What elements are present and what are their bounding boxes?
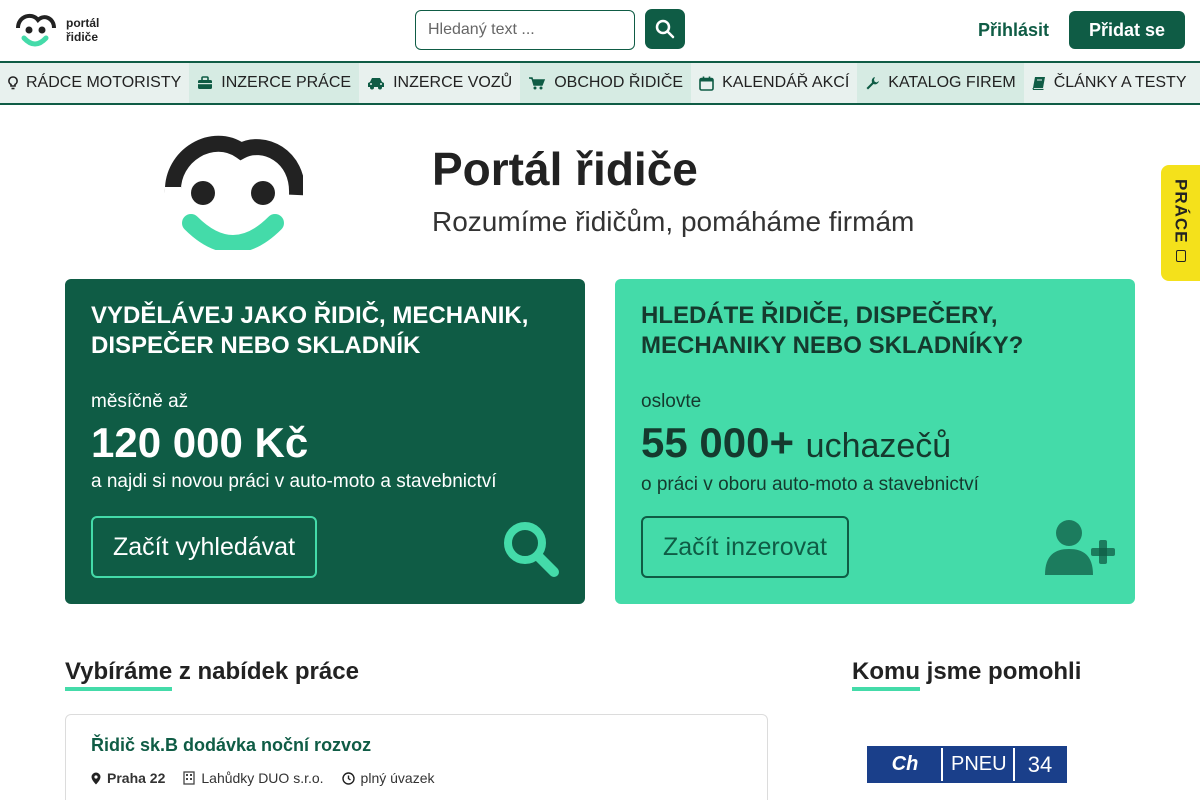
site-logo[interactable]: portál řidiče xyxy=(14,12,99,48)
search-icon xyxy=(655,19,675,39)
book-icon xyxy=(1032,77,1045,90)
jobs-heading: Vybíráme z nabídek práce xyxy=(65,658,359,691)
user-plus-icon xyxy=(1045,520,1115,575)
job-type: plný úvazek xyxy=(360,770,435,786)
card-lead: měsíčně až xyxy=(91,391,189,412)
nav-item-clanky-a-testy[interactable]: ČLÁNKY A TESTY xyxy=(1024,63,1195,103)
location-pin-icon xyxy=(91,772,101,784)
building-icon xyxy=(183,771,196,785)
job-title-link[interactable]: Řidič sk.B dodávka noční rozvoz xyxy=(91,735,371,755)
nav-item-katalog-firem[interactable]: KATALOG FIREM xyxy=(857,63,1024,103)
header: portál řidiče Přihlásit Přidat se xyxy=(0,0,1200,61)
job-seeker-card: VYDĚLÁVEJ JAKO ŘIDIČ, MECHANIK, DISPEČER… xyxy=(65,279,585,604)
logo-text: portál řidiče xyxy=(66,16,100,44)
nav-item-radce-motoristy[interactable]: RÁDCE MOTORISTY xyxy=(0,63,189,103)
card-big-number: 120 000 Kč xyxy=(91,419,309,466)
start-advertising-button[interactable]: Začít inzerovat xyxy=(641,516,849,578)
join-button[interactable]: Přidat se xyxy=(1069,11,1185,49)
side-tab-icon xyxy=(1175,249,1186,262)
side-tab-prace[interactable]: PRÁCE xyxy=(1161,165,1200,281)
main-nav: RÁDCE MOTORISTY INZERCE PRÁCE INZERCE VO… xyxy=(0,61,1200,105)
page-subtitle: Rozumíme řidičům, pomáháme firmám xyxy=(432,206,915,237)
card-big-number: 55 000+ uchazečů xyxy=(641,419,952,466)
login-link[interactable]: Přihlásit xyxy=(978,20,1049,41)
wrench-icon xyxy=(866,76,880,89)
clock-icon xyxy=(341,771,355,785)
search xyxy=(415,9,685,50)
helped-heading: Komu jsme pomohli xyxy=(852,658,1081,691)
search-button[interactable] xyxy=(645,9,685,49)
card-description: o práci v oboru auto-moto a stavebnictví xyxy=(641,474,979,495)
magnifier-icon xyxy=(504,522,559,577)
job-location: Praha 22 xyxy=(107,770,166,786)
nav-item-obchod-ridice[interactable]: OBCHOD ŘIDIČE xyxy=(520,63,692,103)
job-meta: Praha 22 Lahůdky DUO s.r.o. plný úvazek xyxy=(91,770,742,786)
card-title: VYDĚLÁVEJ JAKO ŘIDIČ, MECHANIK, DISPEČER… xyxy=(91,302,529,359)
cart-icon xyxy=(529,77,546,90)
card-description: a najdi si novou práci v auto-moto a sta… xyxy=(91,471,497,492)
briefcase-icon xyxy=(198,76,213,89)
side-tab-label: PRÁCE xyxy=(1171,179,1191,244)
job-card[interactable]: Řidič sk.B dodávka noční rozvoz Praha 22… xyxy=(65,714,768,800)
lightbulb-icon xyxy=(8,76,18,90)
hero-logo-icon xyxy=(165,135,303,250)
job-company: Lahůdky DUO s.r.o. xyxy=(201,770,324,786)
card-title: HLEDÁTE ŘIDIČE, DISPEČERY, MECHANIKY NEB… xyxy=(641,302,1024,359)
partner-logo[interactable]: Ch PNEU 34 xyxy=(867,746,1067,783)
employer-card: HLEDÁTE ŘIDIČE, DISPEČERY, MECHANIKY NEB… xyxy=(615,279,1135,604)
page-title: Portál řidiče xyxy=(432,143,698,195)
search-input[interactable] xyxy=(415,10,635,50)
logo-face-icon xyxy=(16,13,56,47)
nav-item-inzerce-vozu[interactable]: INZERCE VOZŮ xyxy=(359,63,520,103)
car-icon xyxy=(368,78,385,90)
calendar-icon xyxy=(699,76,714,91)
nav-item-inzerce-prace[interactable]: INZERCE PRÁCE xyxy=(189,63,360,103)
start-search-button[interactable]: Začít vyhledávat xyxy=(91,516,318,578)
nav-item-kalendar-akci[interactable]: KALENDÁŘ AKCÍ xyxy=(691,63,857,103)
card-lead: oslovte xyxy=(641,391,702,412)
